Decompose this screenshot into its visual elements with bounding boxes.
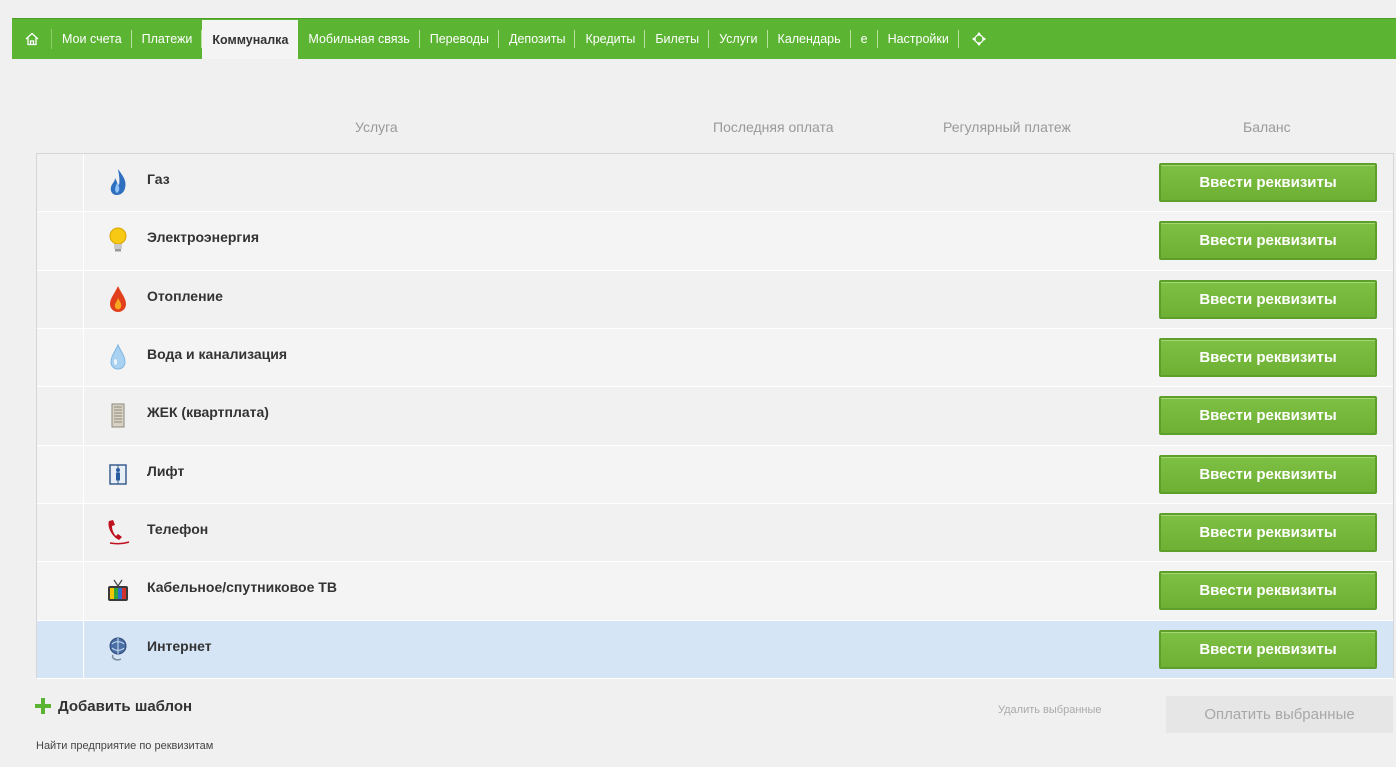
row-select-cell[interactable]	[37, 562, 84, 620]
row-select-cell[interactable]	[37, 620, 84, 678]
service-name: Интернет	[147, 637, 212, 654]
tv-icon	[105, 574, 131, 606]
header-balance: Баланс	[1243, 119, 1291, 135]
tab-tickets[interactable]: Билеты	[645, 19, 709, 59]
find-company-link[interactable]: Найти предприятие по реквизитам	[36, 740, 213, 752]
plus-icon	[35, 698, 51, 714]
header-service: Услуга	[355, 119, 398, 135]
tab-calendar[interactable]: Календарь	[768, 19, 851, 59]
service-name: Отопление	[147, 287, 223, 304]
top-nav: Мои счета Платежи Коммуналка Мобильная с…	[12, 18, 1396, 59]
enter-details-button[interactable]: Ввести реквизиты	[1159, 221, 1377, 261]
pay-selected-button[interactable]: Оплатить выбранные	[1166, 696, 1393, 733]
lightbulb-icon	[105, 224, 131, 256]
elevator-icon	[105, 458, 131, 490]
enter-details-button[interactable]: Ввести реквизиты	[1159, 279, 1377, 319]
tab-mobile[interactable]: Мобильная связь	[298, 19, 421, 59]
enter-details-button[interactable]: Ввести реквизиты	[1159, 396, 1377, 436]
table-row[interactable]: Отопление Ввести реквизиты	[37, 270, 1393, 329]
tab-my-accounts[interactable]: Мои счета	[52, 19, 132, 59]
services-table: Газ Ввести реквизиты Электроэнергия Ввес…	[36, 153, 1394, 679]
service-name: Кабельное/спутниковое ТВ	[147, 579, 337, 596]
row-select-cell[interactable]	[37, 387, 84, 445]
service-name: ЖЕК (квартплата)	[147, 404, 269, 421]
tab-services[interactable]: Услуги	[709, 19, 768, 59]
service-name: Телефон	[147, 520, 209, 537]
row-select-cell[interactable]	[37, 212, 84, 270]
table-row[interactable]: Газ Ввести реквизиты	[37, 154, 1393, 213]
table-row[interactable]: Электроэнергия Ввести реквизиты	[37, 212, 1393, 271]
gas-flame-icon	[105, 166, 131, 198]
row-select-cell[interactable]	[37, 503, 84, 562]
building-icon	[105, 399, 131, 431]
internet-icon	[105, 633, 131, 665]
tab-payments[interactable]: Платежи	[132, 19, 203, 59]
enter-details-button[interactable]: Ввести реквизиты	[1159, 512, 1377, 552]
table-row[interactable]: Вода и канализация Ввести реквизиты	[37, 328, 1393, 388]
move-arrows-icon[interactable]	[959, 19, 999, 59]
enter-details-button[interactable]: Ввести реквизиты	[1159, 337, 1377, 377]
delete-selected-link[interactable]: Удалить выбранные	[998, 704, 1102, 716]
table-row[interactable]: Интернет Ввести реквизиты	[37, 620, 1393, 679]
enter-details-button[interactable]: Ввести реквизиты	[1159, 163, 1377, 202]
service-name: Электроэнергия	[147, 229, 260, 246]
header-regular-payment: Регулярный платеж	[943, 119, 1071, 135]
tab-credits[interactable]: Кредиты	[575, 19, 646, 59]
service-name: Газ	[147, 171, 170, 187]
phone-icon	[105, 516, 131, 548]
service-name: Лифт	[147, 462, 185, 479]
tab-e[interactable]: e	[851, 19, 878, 59]
home-icon[interactable]	[12, 29, 52, 49]
table-row[interactable]: ЖЕК (квартплата) Ввести реквизиты	[37, 387, 1393, 446]
enter-details-button[interactable]: Ввести реквизиты	[1159, 571, 1377, 611]
tab-deposits[interactable]: Депозиты	[499, 19, 576, 59]
heating-drop-icon	[105, 283, 131, 315]
enter-details-button[interactable]: Ввести реквизиты	[1159, 454, 1377, 494]
table-row[interactable]: Лифт Ввести реквизиты	[37, 445, 1393, 504]
row-select-cell[interactable]	[37, 270, 84, 328]
table-header: Услуга Последняя оплата Регулярный плате…	[0, 119, 1396, 141]
row-select-cell[interactable]	[37, 445, 84, 503]
service-name: Вода и канализация	[147, 345, 288, 362]
water-drop-icon	[105, 341, 131, 373]
row-select-cell[interactable]	[37, 154, 84, 212]
row-select-cell[interactable]	[37, 328, 84, 387]
tab-utilities[interactable]: Коммуналка	[202, 20, 299, 59]
tab-settings[interactable]: Настройки	[878, 19, 960, 59]
header-last-payment: Последняя оплата	[713, 119, 834, 135]
table-row[interactable]: Кабельное/спутниковое ТВ Ввести реквизит…	[37, 562, 1393, 621]
tab-transfers[interactable]: Переводы	[420, 19, 500, 59]
table-row[interactable]: Телефон Ввести реквизиты	[37, 503, 1393, 563]
add-template-link[interactable]: Добавить шаблон	[34, 697, 192, 715]
enter-details-button[interactable]: Ввести реквизиты	[1159, 629, 1377, 669]
